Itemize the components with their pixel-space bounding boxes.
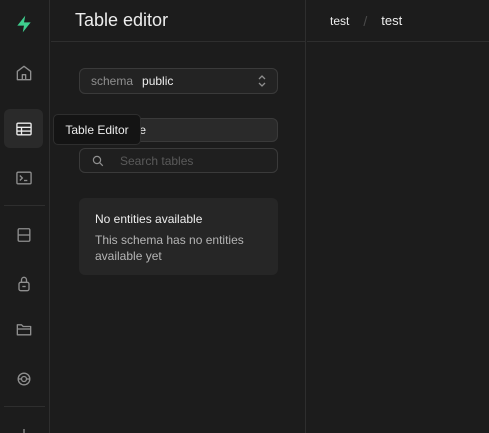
page-title: Table editor [75,10,169,30]
plus-icon[interactable] [4,414,43,433]
table-editor-panel: Table editor schema public table No enti… [51,0,306,433]
main-content: test / test [307,0,489,433]
schema-selector[interactable]: schema public [79,68,278,94]
breadcrumb: test / test [307,0,489,42]
search-input[interactable] [120,153,270,168]
edge-function-icon[interactable] [4,359,43,398]
empty-state-description: This schema has no entities available ye… [95,233,244,263]
chevron-up-down-icon [258,75,266,87]
breadcrumb-project[interactable]: test [381,13,402,28]
table-editor-icon[interactable] [4,109,43,148]
home-icon[interactable] [4,53,43,92]
terminal-icon[interactable] [4,158,43,197]
empty-state-title: No entities available [95,212,203,226]
supabase-logo-icon[interactable] [4,4,43,43]
search-field[interactable] [79,148,278,173]
schema-label: schema [91,74,134,88]
icon-rail [0,0,50,433]
schema-value: public [142,74,174,88]
tooltip: Table Editor [53,114,141,145]
folder-icon[interactable] [4,309,43,348]
rail-divider [4,406,45,407]
breadcrumb-org[interactable]: test [330,14,349,28]
rail-divider [4,205,45,206]
database-icon[interactable] [4,215,43,254]
breadcrumb-separator: / [363,12,368,29]
lock-icon[interactable] [4,264,43,303]
panel-header: Table editor [51,0,305,42]
empty-state-card: No entities available This schema has no… [79,198,278,275]
search-icon [92,155,104,167]
